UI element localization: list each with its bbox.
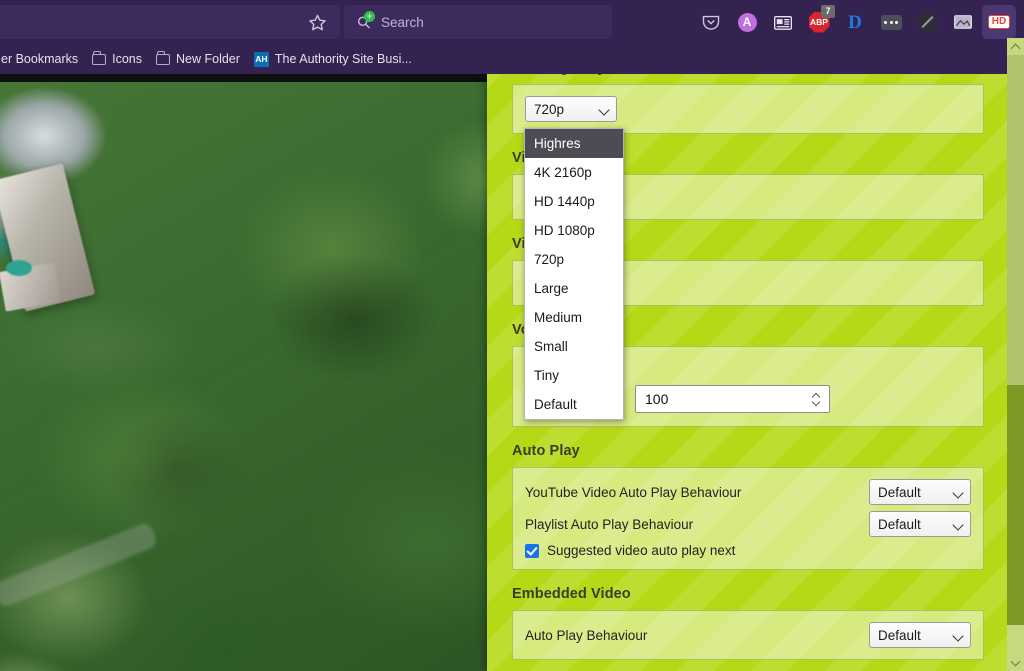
embedded-video-card: Auto Play Behaviour Default	[512, 610, 984, 660]
dropdown-option[interactable]: Small	[525, 332, 623, 361]
bookmark-label: Icons	[112, 52, 142, 66]
hd-glyph: HD	[987, 14, 1011, 30]
address-bar[interactable]: 8	[0, 5, 340, 39]
more-dots-icon[interactable]	[874, 5, 908, 39]
bookmark-label: er Bookmarks	[1, 52, 79, 66]
bookmark-item-icons[interactable]: Icons	[85, 49, 149, 69]
bookmarks-toolbar: er Bookmarks Icons New Folder AH The Aut…	[0, 44, 1024, 74]
bookmark-label: The Authority Site Busi...	[274, 52, 412, 66]
youtube-autoplay-label: YouTube Video Auto Play Behaviour	[525, 484, 742, 500]
volume-number-value: 100	[645, 391, 669, 407]
adblock-plus-icon[interactable]: ABP 7	[802, 5, 836, 39]
video-player[interactable]	[0, 82, 490, 671]
dots-glyph	[880, 14, 902, 30]
bookmark-item-authority-site[interactable]: AH The Authority Site Busi...	[247, 49, 419, 70]
scrollbar-track-lower[interactable]	[1007, 385, 1024, 625]
volume-number-input[interactable]: 100	[635, 385, 830, 413]
reader-news-icon[interactable]	[766, 5, 800, 39]
navigation-toolbar: 8 + Search	[0, 0, 1024, 44]
abp-badge-count: 7	[821, 5, 835, 18]
embedded-autoplay-row: Auto Play Behaviour Default	[525, 622, 971, 648]
favicon-ah-icon: AH	[253, 51, 269, 67]
scrollbar-up-arrow-icon[interactable]	[1007, 38, 1024, 55]
suggested-autoplay-row[interactable]: Suggested video auto play next	[525, 543, 971, 558]
ghostery-icon[interactable]	[910, 5, 944, 39]
suggested-autoplay-checkbox[interactable]	[525, 543, 539, 558]
screen-root: 8 + Search	[0, 0, 1024, 671]
embedded-autoplay-select-wrap[interactable]: Default	[869, 622, 971, 648]
auto-play-card: YouTube Video Auto Play Behaviour Defaul…	[512, 467, 984, 570]
volume-spinner-icon[interactable]	[812, 393, 825, 405]
pocket-icon[interactable]	[694, 5, 728, 39]
youtube-autoplay-row: YouTube Video Auto Play Behaviour Defaul…	[525, 479, 971, 505]
section-title-embedded-video: Embedded Video	[512, 586, 631, 602]
dark-circle-glyph	[917, 12, 937, 32]
screenshot-icon[interactable]	[946, 5, 980, 39]
suggested-autoplay-label: Suggested video auto play next	[547, 543, 736, 558]
dropdown-option[interactable]: Highres	[525, 129, 623, 158]
enhancer-hd-icon[interactable]: HD	[982, 5, 1016, 39]
playlist-autoplay-select-wrap[interactable]: Default	[869, 511, 971, 537]
playlist-autoplay-row: Playlist Auto Play Behaviour Default	[525, 511, 971, 537]
video-quality-dropdown[interactable]: Highres 4K 2160p HD 1440p HD 1080p 720p Large…	[524, 128, 624, 420]
avatar-a-icon[interactable]: A	[730, 5, 764, 39]
bookmark-item-other[interactable]: er Bookmarks	[0, 49, 85, 69]
youtube-autoplay-select[interactable]: Default	[869, 479, 971, 505]
embedded-autoplay-label: Auto Play Behaviour	[525, 627, 648, 643]
dropdown-option[interactable]: HD 1080p	[525, 216, 623, 245]
folder-icon	[92, 51, 107, 65]
dropdown-option[interactable]: HD 1440p	[525, 187, 623, 216]
browser-chrome: 8 + Search	[0, 0, 1024, 74]
youtube-autoplay-select-wrap[interactable]: Default	[869, 479, 971, 505]
bookmark-label: New Folder	[176, 52, 240, 66]
embedded-autoplay-select[interactable]: Default	[869, 622, 971, 648]
video-shading-overlay	[0, 82, 490, 671]
scrollbar-down-arrow-icon[interactable]	[1007, 654, 1024, 671]
panel-scrollbar[interactable]	[1007, 38, 1024, 671]
video-quality-card: 720p	[512, 84, 984, 134]
search-add-icon: +	[356, 11, 375, 30]
dropdown-option[interactable]: Medium	[525, 303, 623, 332]
scrollbar-thumb[interactable]	[1007, 55, 1024, 385]
dropdown-option[interactable]: Large	[525, 274, 623, 303]
search-bar[interactable]: + Search	[344, 5, 612, 39]
blue-d-glyph: D	[848, 11, 862, 33]
playlist-autoplay-label: Playlist Auto Play Behaviour	[525, 516, 694, 532]
video-quality-select-wrap[interactable]: 720p	[525, 96, 617, 122]
dropdown-option[interactable]: 4K 2160p	[525, 158, 623, 187]
avatar-a-glyph: A	[737, 12, 757, 32]
disconnect-icon[interactable]: D	[838, 5, 872, 39]
scrollbar-track[interactable]	[1007, 55, 1024, 654]
dropdown-option[interactable]: Tiny	[525, 361, 623, 390]
dropdown-option[interactable]: 720p	[525, 245, 623, 274]
section-title-auto-play: Auto Play	[512, 443, 580, 459]
video-quality-select[interactable]: 720p	[525, 96, 617, 122]
folder-icon	[156, 51, 170, 65]
extension-toolbar: A ABP 7 D HD	[694, 3, 1016, 41]
playlist-autoplay-select[interactable]: Default	[869, 511, 971, 537]
bookmark-item-new-folder[interactable]: New Folder	[149, 49, 247, 69]
video-pool	[6, 260, 32, 276]
bookmark-star-icon[interactable]	[302, 8, 332, 36]
search-placeholder-label: Search	[381, 14, 424, 30]
dropdown-option[interactable]: Default	[525, 390, 623, 419]
